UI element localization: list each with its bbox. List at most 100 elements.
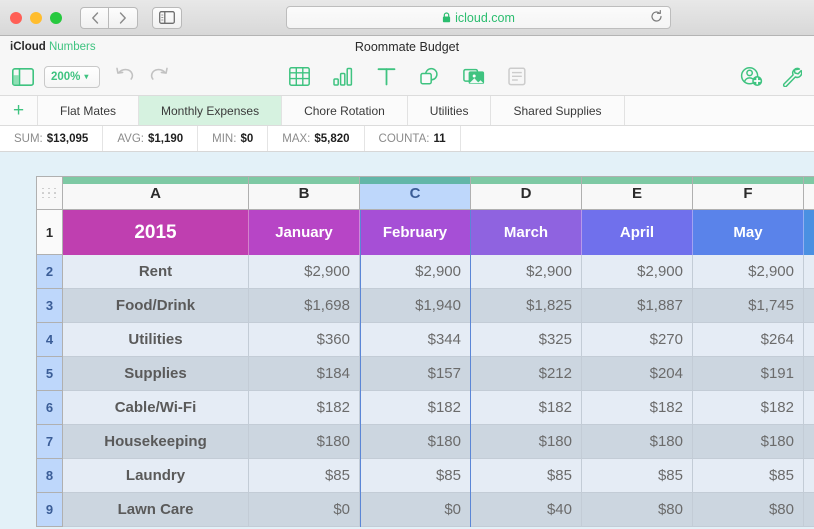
- data-cell[interactable]: $80: [693, 493, 804, 527]
- data-cell[interactable]: $180: [360, 425, 471, 459]
- insert-media-button[interactable]: [463, 67, 485, 86]
- maximize-window-button[interactable]: [50, 12, 62, 24]
- row-header-5[interactable]: 5: [36, 357, 63, 391]
- stat-counta[interactable]: COUNTA: 11: [365, 126, 461, 151]
- stat-avg[interactable]: AVG: $1,190: [103, 126, 198, 151]
- data-cell[interactable]: $182: [249, 391, 360, 425]
- header-cell[interactable]: June: [804, 210, 814, 255]
- tools-button[interactable]: [781, 66, 802, 87]
- row-header-4[interactable]: 4: [36, 323, 63, 357]
- column-header-c[interactable]: C: [360, 176, 471, 210]
- row-label-cell[interactable]: Food/Drink: [63, 289, 249, 323]
- column-header-d[interactable]: D: [471, 176, 582, 210]
- undo-button[interactable]: [116, 66, 135, 87]
- stat-empty-slot[interactable]: [461, 126, 814, 151]
- address-bar[interactable]: icloud.com: [286, 6, 671, 29]
- data-cell[interactable]: $2,900: [360, 255, 471, 289]
- header-cell[interactable]: 2015: [63, 210, 249, 255]
- stat-min[interactable]: MIN: $0: [198, 126, 268, 151]
- row-header-7[interactable]: 7: [36, 425, 63, 459]
- data-cell[interactable]: $0: [360, 493, 471, 527]
- data-cell[interactable]: $1,698: [249, 289, 360, 323]
- data-cell[interactable]: $85: [360, 459, 471, 493]
- row-label-cell[interactable]: Utilities: [63, 323, 249, 357]
- column-header-b[interactable]: B: [249, 176, 360, 210]
- data-table[interactable]: ABCDEFG12015JanuaryFebruaryMarchAprilMay…: [36, 176, 814, 527]
- row-header-2[interactable]: 2: [36, 255, 63, 289]
- data-cell[interactable]: $182: [804, 391, 814, 425]
- stat-max[interactable]: MAX: $5,820: [268, 126, 364, 151]
- forward-button[interactable]: [109, 7, 138, 29]
- data-cell[interactable]: $270: [582, 323, 693, 357]
- row-label-cell[interactable]: Housekeeping: [63, 425, 249, 459]
- insert-chart-button[interactable]: [333, 67, 354, 86]
- data-cell[interactable]: $40: [471, 493, 582, 527]
- row-label-cell[interactable]: Rent: [63, 255, 249, 289]
- data-cell[interactable]: $180: [804, 425, 814, 459]
- insert-comment-button[interactable]: [508, 67, 526, 86]
- data-cell[interactable]: $2,900: [804, 255, 814, 289]
- stat-sum[interactable]: SUM: $13,095: [0, 126, 103, 151]
- data-cell[interactable]: $0: [249, 493, 360, 527]
- data-cell[interactable]: $1,887: [582, 289, 693, 323]
- data-cell[interactable]: $264: [693, 323, 804, 357]
- data-cell[interactable]: $325: [471, 323, 582, 357]
- collaborate-button[interactable]: [740, 66, 763, 87]
- data-cell[interactable]: $80: [804, 493, 814, 527]
- header-cell[interactable]: April: [582, 210, 693, 255]
- redo-button[interactable]: [149, 66, 168, 87]
- spreadsheet-canvas[interactable]: ABCDEFG12015JanuaryFebruaryMarchAprilMay…: [0, 152, 814, 529]
- sidebar-toggle-button[interactable]: [152, 7, 182, 29]
- view-options-button[interactable]: [12, 68, 34, 86]
- sheet-tab-chore-rotation[interactable]: Chore Rotation: [282, 96, 408, 125]
- header-cell[interactable]: January: [249, 210, 360, 255]
- row-header-6[interactable]: 6: [36, 391, 63, 425]
- data-cell[interactable]: $184: [249, 357, 360, 391]
- column-header-a[interactable]: A: [63, 176, 249, 210]
- row-label-cell[interactable]: Supplies: [63, 357, 249, 391]
- data-cell[interactable]: $191: [693, 357, 804, 391]
- table-corner-handle[interactable]: [36, 176, 63, 210]
- header-cell[interactable]: May: [693, 210, 804, 255]
- insert-text-button[interactable]: [377, 67, 396, 86]
- data-cell[interactable]: $204: [582, 357, 693, 391]
- data-cell[interactable]: $85: [804, 459, 814, 493]
- sheet-tab-flat-mates[interactable]: Flat Mates: [38, 96, 139, 125]
- data-cell[interactable]: $182: [360, 391, 471, 425]
- insert-shape-button[interactable]: [419, 67, 440, 86]
- data-cell[interactable]: $1,825: [471, 289, 582, 323]
- header-cell[interactable]: February: [360, 210, 471, 255]
- data-cell[interactable]: $191: [804, 357, 814, 391]
- back-button[interactable]: [80, 7, 109, 29]
- data-cell[interactable]: $2,900: [693, 255, 804, 289]
- sheet-tab-shared-supplies[interactable]: Shared Supplies: [491, 96, 624, 125]
- data-cell[interactable]: $182: [471, 391, 582, 425]
- sheet-tab-utilities[interactable]: Utilities: [408, 96, 492, 125]
- data-cell[interactable]: $180: [582, 425, 693, 459]
- data-cell[interactable]: $2,900: [582, 255, 693, 289]
- data-cell[interactable]: $2,900: [249, 255, 360, 289]
- add-sheet-button[interactable]: +: [0, 96, 38, 125]
- data-cell[interactable]: $85: [471, 459, 582, 493]
- row-label-cell[interactable]: Cable/Wi-Fi: [63, 391, 249, 425]
- data-cell[interactable]: $80: [582, 493, 693, 527]
- data-cell[interactable]: $182: [582, 391, 693, 425]
- sheet-tab-monthly-expenses[interactable]: Monthly Expenses: [139, 96, 282, 125]
- data-cell[interactable]: $344: [360, 323, 471, 357]
- data-cell[interactable]: $180: [249, 425, 360, 459]
- column-header-e[interactable]: E: [582, 176, 693, 210]
- data-cell[interactable]: $85: [249, 459, 360, 493]
- reload-icon[interactable]: [650, 10, 663, 26]
- data-cell[interactable]: $85: [693, 459, 804, 493]
- row-header-1[interactable]: 1: [36, 210, 63, 255]
- data-cell[interactable]: $182: [693, 391, 804, 425]
- row-header-9[interactable]: 9: [36, 493, 63, 527]
- row-label-cell[interactable]: Lawn Care: [63, 493, 249, 527]
- column-header-f[interactable]: F: [693, 176, 804, 210]
- data-cell[interactable]: $1,745: [804, 289, 814, 323]
- data-cell[interactable]: $1,940: [360, 289, 471, 323]
- data-cell[interactable]: $212: [471, 357, 582, 391]
- close-window-button[interactable]: [10, 12, 22, 24]
- row-header-8[interactable]: 8: [36, 459, 63, 493]
- header-cell[interactable]: March: [471, 210, 582, 255]
